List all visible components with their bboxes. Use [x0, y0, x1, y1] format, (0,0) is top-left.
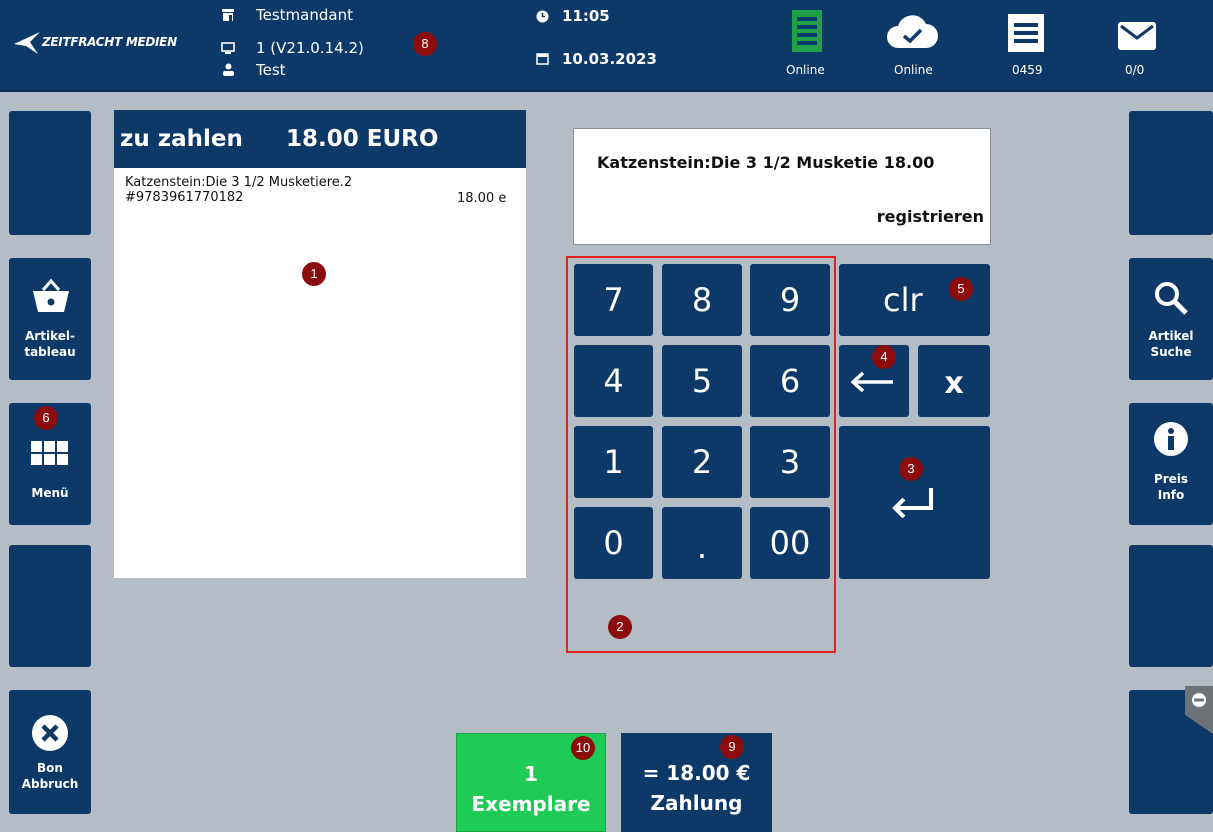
cloud-check-icon — [887, 15, 938, 48]
key-4[interactable]: 4 — [574, 345, 653, 417]
key-6[interactable]: 6 — [750, 345, 830, 417]
menu-button[interactable]: 6 Menü — [9, 403, 91, 525]
badge-6: 6 — [34, 406, 58, 430]
receipt-number: 0459 — [1012, 63, 1043, 77]
payment-button[interactable]: = 18.00 € Zahlung 9 — [621, 733, 772, 832]
store-name: Testmandant — [256, 6, 353, 24]
item-price: 18.00 e — [457, 191, 507, 206]
bird-icon — [14, 32, 40, 54]
badge-1: 1 — [302, 262, 326, 286]
amount-due-label: zu zahlen — [120, 126, 243, 152]
info-icon — [1154, 422, 1188, 456]
badge-5: 5 — [949, 277, 973, 301]
cloud-status-label: Online — [894, 63, 933, 77]
multiply-button[interactable]: x — [918, 345, 990, 417]
search-icon — [1155, 282, 1188, 315]
quantity-value: 1 — [524, 762, 538, 786]
display-line-2: registrieren — [876, 207, 984, 226]
user-name: Test — [256, 61, 286, 79]
amount-due-header: zu zahlen 18.00 EURO — [114, 110, 526, 168]
backspace-button[interactable]: 4 — [839, 345, 909, 417]
key-double-zero[interactable]: 00 — [750, 507, 830, 579]
quantity-button[interactable]: 1 Exemplare 10 — [456, 733, 606, 832]
calendar-icon — [536, 53, 549, 65]
receipt-line-item[interactable]: Katzenstein:Die 3 1/2 Musketiere.2 #9783… — [114, 172, 526, 212]
clock-time: 11:05 — [562, 7, 610, 25]
key-9[interactable]: 9 — [750, 264, 830, 336]
key-7[interactable]: 7 — [574, 264, 653, 336]
clock-icon — [536, 10, 549, 23]
arrow-left-icon — [851, 371, 893, 393]
cancel-label-1: Bon — [37, 761, 63, 775]
clear-button[interactable]: clr 5 — [839, 264, 990, 336]
quantity-label: Exemplare — [471, 792, 591, 816]
key-8[interactable]: 8 — [662, 264, 742, 336]
article-search-button[interactable]: Artikel Suche — [1129, 258, 1213, 380]
key-2[interactable]: 2 — [662, 426, 742, 498]
enter-button[interactable]: 3 — [839, 426, 990, 579]
brand-name: ZEITFRACHT MEDIEN — [42, 35, 177, 49]
badge-4: 4 — [872, 345, 896, 369]
cancel-receipt-button[interactable]: Bon Abbruch — [9, 690, 91, 814]
printer-status-label: Online — [786, 63, 825, 77]
store-icon — [222, 9, 234, 21]
price-info-label-1: Preis — [1153, 472, 1189, 486]
articles-board-button[interactable]: Artikel- tableau — [9, 258, 91, 380]
right-tile-empty-1[interactable] — [1129, 111, 1213, 235]
article-search-label-2: Suche — [1150, 345, 1192, 359]
articles-board-label-2: tableau — [24, 345, 76, 359]
payment-label: Zahlung — [650, 791, 743, 815]
display-line-1: Katzenstein:Die 3 1/2 Musketie 18.00 — [597, 153, 935, 172]
cloud-status[interactable]: Online — [880, 14, 946, 86]
monitor-icon — [221, 42, 235, 54]
articles-board-label-1: Artikel- — [25, 329, 75, 343]
mail-icon — [1118, 22, 1156, 50]
item-isbn: #9783961770182 — [125, 190, 244, 205]
cancel-label-2: Abbruch — [21, 777, 79, 791]
date: 10.03.2023 — [562, 50, 657, 68]
key-3[interactable]: 3 — [750, 426, 830, 498]
right-tile-empty-3[interactable] — [1129, 686, 1213, 814]
receipt-counter[interactable]: 0459 — [1008, 12, 1052, 86]
key-decimal[interactable]: . — [662, 507, 742, 579]
grid-menu-icon — [31, 441, 68, 465]
terminal-version: 1 (V21.0.14.2) — [256, 39, 364, 57]
menu-label: Menü — [31, 486, 69, 500]
printer-status[interactable]: Online — [782, 10, 834, 86]
remote-icon — [1192, 693, 1206, 707]
key-0[interactable]: 0 — [574, 507, 653, 579]
user-icon — [223, 63, 234, 76]
amount-due-value: 18.00 EURO — [286, 126, 439, 152]
enter-icon — [892, 488, 933, 518]
key-1[interactable]: 1 — [574, 426, 653, 498]
price-info-label-2: Info — [1157, 488, 1185, 502]
badge-2: 2 — [608, 615, 632, 639]
clear-label: clr — [883, 281, 923, 319]
receipt-printer-icon — [792, 10, 822, 52]
badge-8: 8 — [413, 32, 437, 56]
key-5[interactable]: 5 — [662, 345, 742, 417]
badge-9: 9 — [720, 735, 744, 759]
receipt-panel: zu zahlen 18.00 EURO Katzenstein:Die 3 1… — [114, 110, 526, 578]
right-tile-empty-2[interactable] — [1129, 545, 1213, 667]
price-info-button[interactable]: Preis Info — [1129, 403, 1213, 525]
remote-tab[interactable] — [1185, 686, 1213, 734]
basket-icon — [33, 278, 69, 312]
badge-3: 3 — [899, 457, 923, 481]
receipt-icon — [1008, 14, 1044, 52]
item-title: Katzenstein:Die 3 1/2 Musketiere.2 — [125, 175, 353, 190]
message-count: 0/0 — [1125, 63, 1145, 77]
left-tile-empty-1[interactable] — [9, 111, 91, 235]
customer-display: Katzenstein:Die 3 1/2 Musketie 18.00 reg… — [573, 128, 991, 245]
brand-logo: ZEITFRACHT MEDIEN — [12, 28, 202, 58]
payment-amount: = 18.00 € — [642, 761, 751, 785]
left-tile-empty-2[interactable] — [9, 545, 91, 667]
badge-10: 10 — [571, 736, 595, 760]
article-search-label-1: Artikel — [1148, 329, 1194, 343]
top-bar: ZEITFRACHT MEDIEN Testmandant 1 (V21.0.1… — [0, 0, 1213, 92]
close-circle-icon — [32, 715, 68, 751]
messages[interactable]: 0/0 — [1118, 22, 1168, 86]
